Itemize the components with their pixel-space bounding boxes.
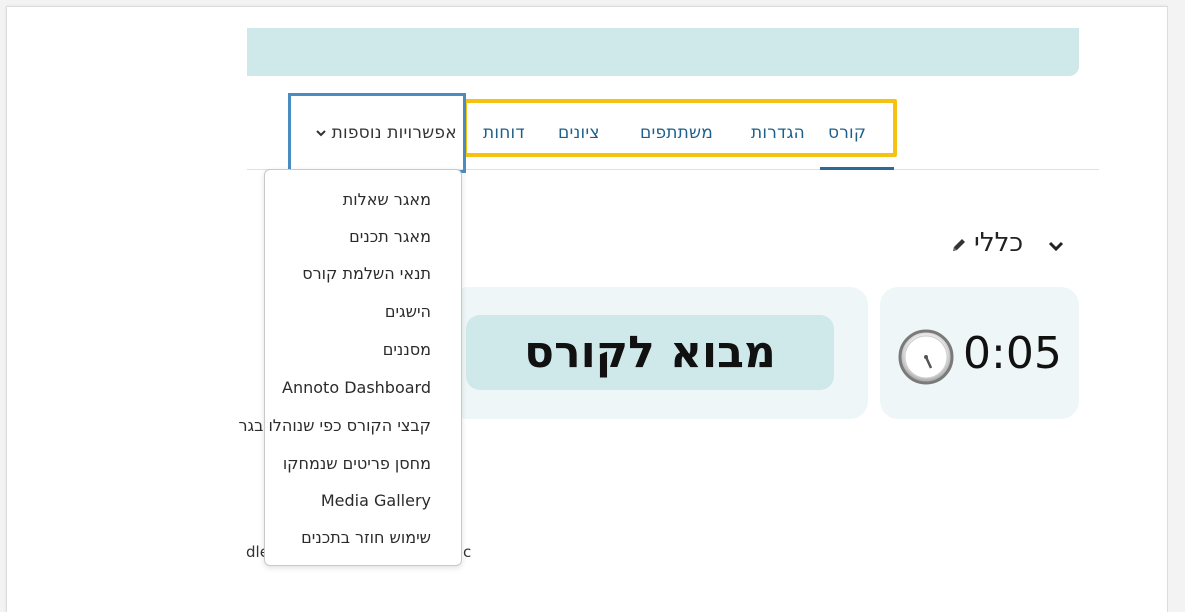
dropdown-item-recycle-bin[interactable]: מחסן פריטים שנמחקו — [283, 454, 431, 473]
active-tab-underline — [820, 167, 894, 170]
dropdown-item-media-gallery[interactable]: Media Gallery — [321, 491, 431, 510]
chevron-down-icon[interactable] — [1046, 236, 1066, 256]
dropdown-item-content-reuse[interactable]: שימוש חוזר בתכנים — [301, 528, 431, 547]
dropdown-item-question-bank[interactable]: מאגר שאלות — [343, 190, 431, 209]
page-scrollbar[interactable] — [1168, 6, 1185, 612]
more-options-dropdown: מאגר שאלות מאגר תכנים תנאי השלמת קורס הי… — [238, 169, 462, 566]
time-value: 0:05 — [963, 328, 1062, 379]
clock-icon — [897, 328, 955, 386]
dropdown-item-filters[interactable]: מסננים — [383, 340, 431, 359]
dropdown-item-content-bank[interactable]: מאגר תכנים — [349, 227, 431, 246]
dropdown-item-course-completion[interactable]: תנאי השלמת קורס — [302, 264, 431, 283]
pencil-icon[interactable] — [950, 236, 968, 254]
dropdown-item-annoto-dashboard[interactable]: Annoto Dashboard — [282, 378, 431, 397]
background-text-fragment: c — [463, 543, 472, 561]
dropdown-item-badges[interactable]: הישגים — [385, 302, 431, 321]
dropdown-item-legacy-course-files[interactable]: קבצי הקורס כפי שנוהלו בגר — [238, 416, 431, 435]
course-header-banner — [247, 28, 1079, 76]
nav-highlight-box — [463, 99, 897, 157]
more-options-highlight-box — [288, 93, 466, 173]
intro-title[interactable]: מבוא לקורס — [466, 315, 834, 390]
